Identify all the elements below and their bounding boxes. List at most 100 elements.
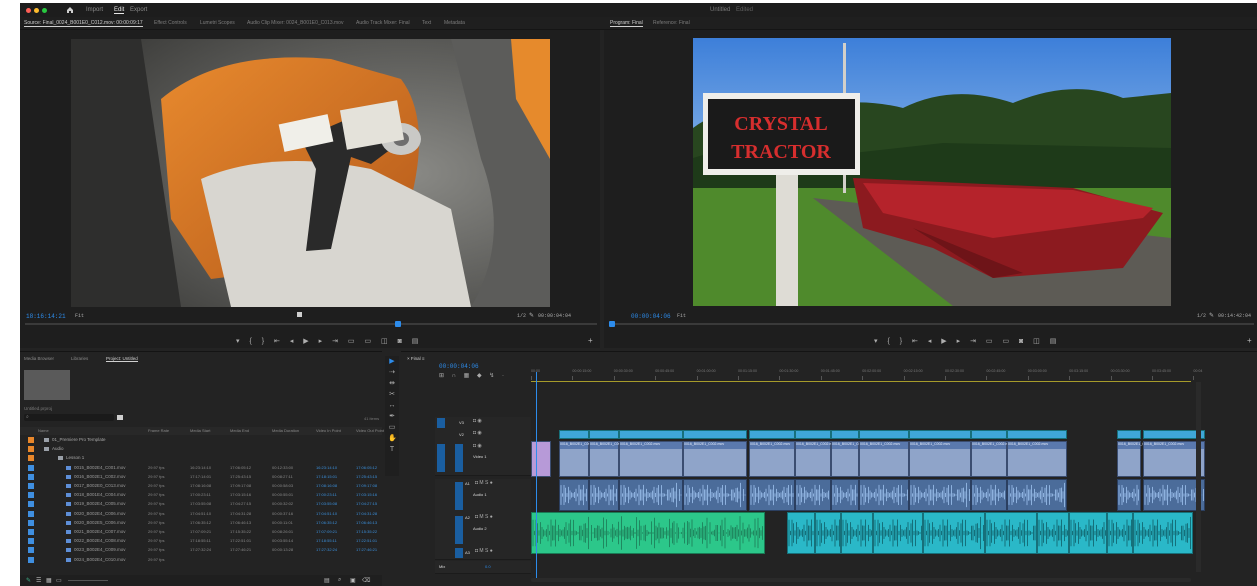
column-video-in[interactable]: Video In Point bbox=[316, 428, 341, 433]
v2-clip[interactable] bbox=[559, 430, 589, 439]
source-playhead[interactable] bbox=[395, 321, 401, 327]
audio-clip[interactable] bbox=[589, 479, 619, 511]
video-clip[interactable]: 0016_B002E1_C002.mov bbox=[619, 441, 683, 477]
label-color-swatch[interactable] bbox=[28, 510, 34, 517]
tab-source[interactable]: Source: Final_0024_B001E0_C012.mov: 00:0… bbox=[24, 20, 143, 27]
source-scrub-bar[interactable] bbox=[25, 323, 597, 325]
timeline-ruler[interactable]: 00:00 00:00:15:00 00:00:30:00 00:00:45:00 00… bbox=[531, 366, 1221, 382]
audio-clip-a2[interactable] bbox=[985, 512, 1037, 554]
tab-libraries[interactable]: Libraries bbox=[71, 356, 88, 361]
audio-clip[interactable] bbox=[971, 479, 1007, 511]
source-resolution-select[interactable]: 1/2 bbox=[517, 313, 526, 319]
v2-clip[interactable] bbox=[683, 430, 747, 439]
program-transport-controls[interactable]: ▾ { } ⇤ ◂ ▶ ▸ ⇥ ▭ ▭ ◙ ◫ ▤ bbox=[874, 337, 1060, 345]
audio-clip-a2[interactable] bbox=[1037, 512, 1069, 554]
find-icon[interactable]: ⌕ bbox=[338, 577, 341, 584]
v2-clip[interactable] bbox=[1117, 430, 1141, 439]
project-list-item[interactable]: Audio bbox=[20, 445, 382, 454]
list-view-icon[interactable]: ☰ bbox=[36, 577, 41, 584]
label-color-swatch[interactable] bbox=[28, 483, 34, 489]
program-fit-select[interactable]: Fit bbox=[677, 313, 686, 319]
v1-source-patch[interactable] bbox=[437, 444, 445, 472]
video-clip[interactable]: 0016_B002E1_C002.mov bbox=[795, 441, 836, 477]
track-select-tool-icon[interactable]: ⇢ bbox=[388, 369, 396, 377]
column-media-end[interactable]: Media End bbox=[230, 428, 249, 433]
a1-target[interactable] bbox=[455, 482, 463, 510]
audio-clip[interactable] bbox=[619, 479, 683, 511]
program-add-button-icon[interactable]: + bbox=[1247, 336, 1252, 345]
project-list-item[interactable]: 0021_B002E4_C007.mov 29.97 fps 17:07:09:21… bbox=[20, 528, 382, 537]
new-item-icon[interactable]: ▤ bbox=[324, 577, 330, 584]
hand-tool-icon[interactable]: ✋ bbox=[388, 435, 397, 443]
audio-clip-a2[interactable] bbox=[1107, 512, 1133, 554]
audio-clip-a2[interactable] bbox=[1133, 512, 1193, 554]
timeline-horizontal-scrollbar[interactable] bbox=[531, 578, 1191, 582]
workspace-edit[interactable]: Edit bbox=[114, 7, 125, 14]
project-list-item[interactable]: 0016_B002E1_C002.mov 29.97 fps 17:17:14:01… bbox=[20, 473, 382, 482]
a3-target[interactable] bbox=[455, 548, 463, 558]
label-color-swatch[interactable] bbox=[28, 556, 34, 563]
close-window-button[interactable] bbox=[26, 8, 31, 13]
v1-toggles[interactable]: ◘ ◉ bbox=[473, 443, 482, 449]
icon-view-icon[interactable]: ▦ bbox=[46, 577, 52, 584]
timeline-clip-area[interactable]: 0016_B002E1_C002.mov 0016_B002E1_C002.mov… bbox=[531, 417, 1205, 577]
zoom-slider[interactable] bbox=[68, 580, 108, 581]
project-search-input[interactable]: ⌕ bbox=[24, 414, 114, 421]
label-color-swatch[interactable] bbox=[28, 437, 34, 443]
work-area-bar[interactable] bbox=[531, 381, 1191, 382]
mix-volume-value[interactable]: 0.0 bbox=[485, 564, 491, 569]
column-frame-rate[interactable]: Frame Rate bbox=[148, 428, 169, 433]
rectangle-tool-icon[interactable]: ▭ bbox=[388, 424, 396, 432]
source-timecode[interactable]: 18:16:14:21 bbox=[26, 313, 66, 320]
audio-clip[interactable] bbox=[1117, 479, 1141, 511]
program-playhead[interactable] bbox=[609, 321, 615, 327]
tab-audio-track-mixer[interactable]: Audio Track Mixer: Final bbox=[356, 20, 410, 26]
program-settings-icon[interactable]: ✎ bbox=[1209, 312, 1214, 319]
tab-reference[interactable]: Reference: Final bbox=[653, 20, 690, 26]
column-name[interactable]: Name bbox=[38, 428, 49, 433]
a1-msr[interactable]: ◘ M S ● bbox=[475, 480, 493, 486]
v3-toggles[interactable]: ◘ ◉ bbox=[473, 418, 482, 424]
video-clip[interactable]: 0016_B002E1_C002.mov bbox=[589, 441, 630, 477]
a2-target[interactable] bbox=[455, 516, 463, 544]
project-list-item[interactable]: 0022_B002E4_C008.mov 29.97 fps 17:18:55:11… bbox=[20, 537, 382, 546]
project-list-item[interactable]: 0020_B002E5_C006.mov 29.97 fps 17:06:35:12… bbox=[20, 519, 382, 528]
label-color-swatch[interactable] bbox=[28, 455, 34, 462]
workspace-import[interactable]: Import bbox=[86, 7, 103, 13]
v2-clip[interactable] bbox=[749, 430, 795, 439]
video-clip[interactable]: 0016_B002E1_C002.mov bbox=[1007, 441, 1067, 477]
audio-clip-a2[interactable] bbox=[841, 512, 873, 554]
program-scrub-bar[interactable] bbox=[609, 323, 1254, 325]
project-list-item[interactable]: 0024_B002E4_C010.mov 29.97 fps bbox=[20, 556, 382, 565]
selection-tool-icon[interactable]: ▶ bbox=[388, 358, 396, 366]
audio-clip[interactable] bbox=[683, 479, 747, 511]
source-transport-controls[interactable]: ▾ { } ⇤ ◂ ▶ ▸ ⇥ ▭ ▭ ◫ ◙ ▤ bbox=[236, 337, 422, 345]
audio-clip-a2[interactable] bbox=[923, 512, 985, 554]
v2-clip[interactable] bbox=[909, 430, 971, 439]
audio-clip[interactable] bbox=[909, 479, 971, 511]
label-color-swatch[interactable] bbox=[28, 464, 34, 471]
label-color-swatch[interactable] bbox=[28, 492, 34, 499]
timeline-timecode[interactable]: 00:00:04:06 bbox=[439, 363, 479, 370]
type-tool-icon[interactable]: T bbox=[388, 446, 396, 454]
label-color-swatch[interactable] bbox=[28, 519, 34, 526]
label-color-swatch[interactable] bbox=[28, 529, 34, 535]
program-resolution-select[interactable]: 1/2 bbox=[1197, 313, 1206, 319]
timeline-toolbar[interactable]: ⊞ ∩ ▦ ◆ ↯ · bbox=[439, 372, 507, 379]
tab-metadata[interactable]: Metadata bbox=[444, 20, 465, 26]
program-timecode[interactable]: 00:00:04:06 bbox=[631, 313, 671, 320]
column-media-start[interactable]: Media Start bbox=[190, 428, 210, 433]
video-clip[interactable]: 0016_B002E1_C002.mov bbox=[683, 441, 747, 477]
project-list-item[interactable]: 0015_B002E4_C001.mov 29.97 fps 16:23:14:10… bbox=[20, 464, 382, 473]
v2-clip[interactable] bbox=[859, 430, 909, 439]
minimize-window-button[interactable] bbox=[34, 8, 39, 13]
v2-toggles[interactable]: ◘ ◉ bbox=[473, 430, 482, 436]
video-clip[interactable]: 0016_B002E1_C002.mov bbox=[749, 441, 795, 477]
settings-icon[interactable]: ✎ bbox=[529, 312, 534, 319]
source-add-button-icon[interactable]: + bbox=[588, 336, 593, 345]
source-fit-select[interactable]: Fit bbox=[75, 313, 84, 319]
video-clip[interactable]: 0016_B002E1_C002.mov bbox=[971, 441, 1012, 477]
tab-program[interactable]: Program: Final bbox=[610, 20, 643, 27]
slip-tool-icon[interactable]: ↔ bbox=[388, 402, 396, 410]
tab-text[interactable]: Text bbox=[422, 20, 431, 26]
